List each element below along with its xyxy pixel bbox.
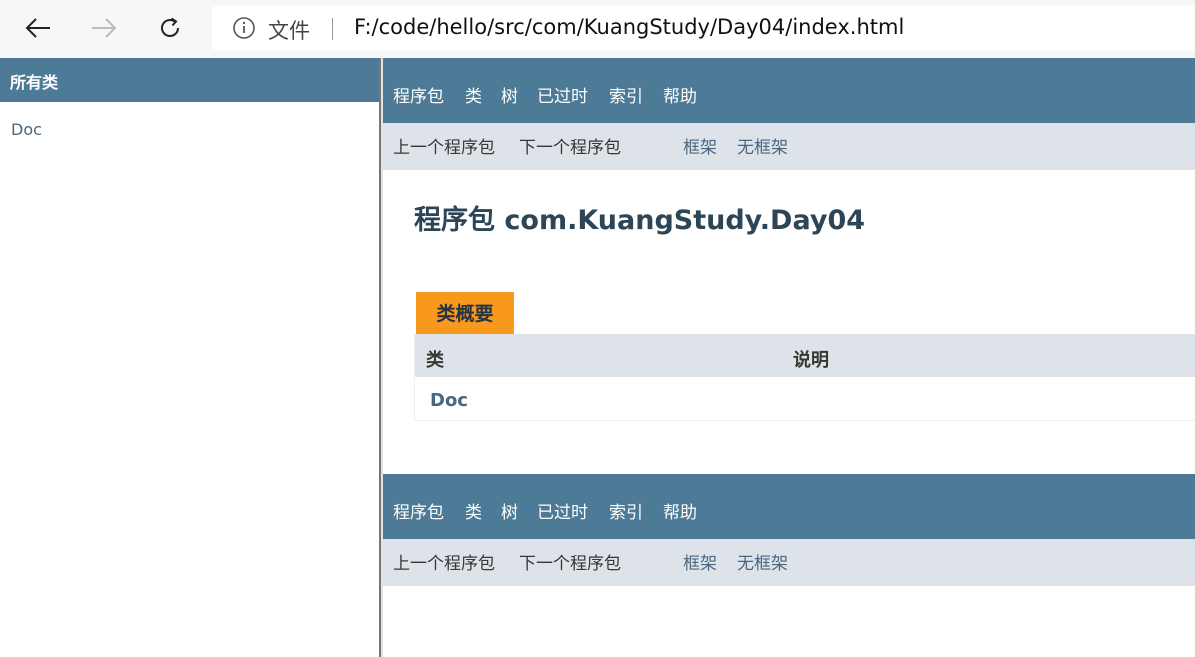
class-summary-header-row: 类 说明 bbox=[414, 334, 1195, 377]
address-divider bbox=[332, 18, 333, 40]
class-summary-tab: 类概要 bbox=[416, 292, 514, 334]
nav-package: 程序包 bbox=[393, 87, 444, 107]
frames-link[interactable]: 框架 bbox=[683, 133, 717, 158]
table-row: Doc bbox=[414, 377, 1195, 421]
prev-package-label-bottom: 上一个程序包 bbox=[393, 554, 495, 574]
url-scheme-label: 文件 bbox=[268, 19, 310, 43]
no-frames-link-bottom[interactable]: 无框架 bbox=[737, 549, 788, 574]
nav-tree[interactable]: 树 bbox=[501, 82, 518, 107]
nav-deprecated-bottom[interactable]: 已过时 bbox=[537, 498, 588, 523]
top-navbar: 程序包 类 树 已过时 索引 帮助 bbox=[383, 58, 1195, 123]
nav-index-bottom[interactable]: 索引 bbox=[609, 498, 643, 523]
nav-deprecated[interactable]: 已过时 bbox=[537, 82, 588, 107]
arrow-right-icon bbox=[92, 18, 117, 38]
column-header-description: 说明 bbox=[793, 350, 829, 371]
frames-link-bottom[interactable]: 框架 bbox=[683, 549, 717, 574]
prev-package-label: 上一个程序包 bbox=[393, 138, 495, 158]
nav-package-bottom: 程序包 bbox=[393, 503, 444, 523]
reload-icon bbox=[161, 17, 179, 37]
address-bar[interactable]: 文件 F:/code/hello/src/com/KuangStudy/Day0… bbox=[212, 6, 1195, 50]
nav-class: 类 bbox=[465, 87, 482, 107]
nav-class-bottom: 类 bbox=[465, 503, 482, 523]
nav-index[interactable]: 索引 bbox=[609, 82, 643, 107]
bottom-navbar: 程序包 类 树 已过时 索引 帮助 bbox=[383, 474, 1195, 539]
all-classes-frame: 所有类 Doc bbox=[0, 58, 379, 657]
next-package-label: 下一个程序包 bbox=[519, 138, 621, 158]
browser-toolbar: 文件 F:/code/hello/src/com/KuangStudy/Day0… bbox=[0, 0, 1195, 58]
page-title: 程序包 com.KuangStudy.Day04 bbox=[414, 205, 866, 236]
back-button[interactable] bbox=[18, 8, 58, 48]
info-icon[interactable] bbox=[232, 16, 256, 44]
arrow-left-icon bbox=[25, 18, 50, 38]
nav-help[interactable]: 帮助 bbox=[663, 82, 697, 107]
next-package-label-bottom: 下一个程序包 bbox=[519, 554, 621, 574]
all-classes-header: 所有类 bbox=[0, 58, 379, 102]
url-text[interactable]: F:/code/hello/src/com/KuangStudy/Day04/i… bbox=[354, 15, 904, 39]
nav-help-bottom[interactable]: 帮助 bbox=[663, 498, 697, 523]
column-header-class: 类 bbox=[426, 350, 444, 371]
top-subnav: 上一个程序包 下一个程序包 框架 无框架 bbox=[383, 123, 1195, 170]
bottom-subnav: 上一个程序包 下一个程序包 框架 无框架 bbox=[383, 539, 1195, 586]
class-link-doc-summary[interactable]: Doc bbox=[430, 390, 468, 411]
class-link-doc[interactable]: Doc bbox=[11, 120, 42, 139]
forward-button[interactable] bbox=[84, 8, 124, 48]
reload-button[interactable] bbox=[150, 8, 190, 48]
no-frames-link[interactable]: 无框架 bbox=[737, 133, 788, 158]
package-frame: 程序包 类 树 已过时 索引 帮助 上一个程序包 下一个程序包 框架 无框架 程… bbox=[383, 58, 1195, 657]
nav-tree-bottom[interactable]: 树 bbox=[501, 498, 518, 523]
